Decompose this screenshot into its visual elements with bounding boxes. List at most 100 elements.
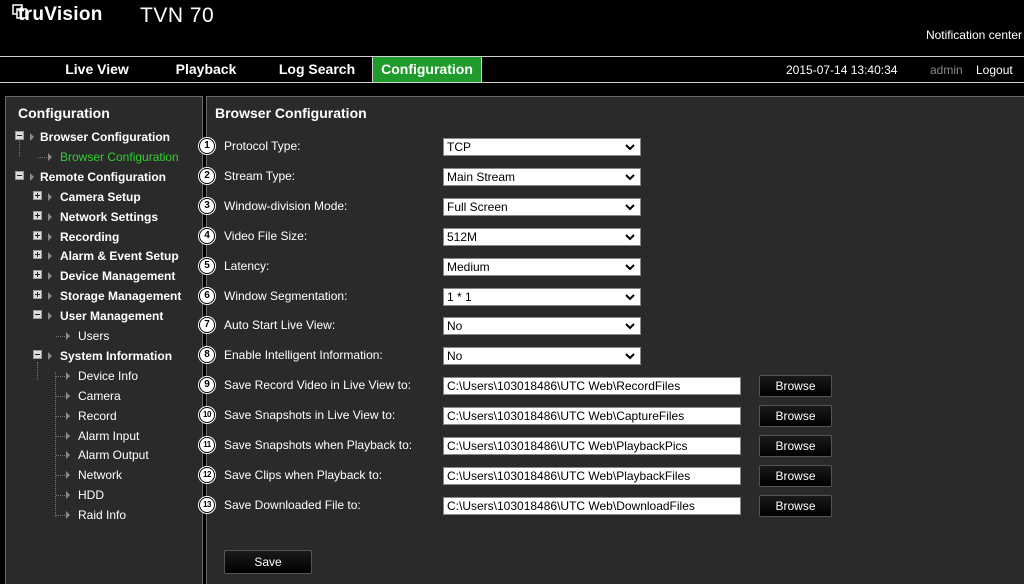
setting-row: 4 Video File Size: 512M xyxy=(199,226,1024,248)
path-row: 11 Save Snapshots when Playback to: C:\Use… xyxy=(199,435,1024,457)
expand-icon[interactable] xyxy=(33,290,42,299)
setting-select[interactable]: 512M xyxy=(443,228,641,246)
browse-button[interactable]: Browse xyxy=(759,435,832,457)
tree-item[interactable]: Browser Configuration xyxy=(6,128,202,146)
tree-item[interactable]: Camera xyxy=(6,387,202,405)
tab-log-search[interactable]: Log Search xyxy=(276,57,358,82)
step-number-badge: 8 xyxy=(199,347,215,363)
browse-button[interactable]: Browse xyxy=(759,405,832,427)
select-value: Medium xyxy=(447,260,490,274)
setting-label: Window-division Mode: xyxy=(224,199,348,213)
tree-arrow-icon xyxy=(66,451,70,459)
collapse-icon[interactable] xyxy=(15,171,24,180)
tree-item-label: Remote Configuration xyxy=(40,170,166,184)
page-title: Browser Configuration xyxy=(215,105,367,121)
current-user: admin xyxy=(930,63,963,77)
tree-item[interactable]: System Information xyxy=(6,347,202,365)
collapse-icon[interactable] xyxy=(33,310,42,319)
select-value: Main Stream xyxy=(447,170,516,184)
tab-playback[interactable]: Playback xyxy=(172,57,240,82)
tree-item-label: User Management xyxy=(60,309,164,323)
notification-center-link[interactable]: Notification center xyxy=(926,28,1022,42)
tree-item[interactable]: Recording xyxy=(6,228,202,246)
expand-icon[interactable] xyxy=(33,250,42,259)
tree-guide-line xyxy=(19,139,20,157)
browse-button[interactable]: Browse xyxy=(759,495,832,517)
tree-arrow-icon xyxy=(66,412,70,420)
tree-arrow-icon xyxy=(48,153,52,161)
setting-select[interactable]: No xyxy=(443,317,641,335)
setting-select[interactable]: 1 * 1 xyxy=(443,288,641,306)
logout-link[interactable]: Logout xyxy=(976,57,1013,82)
path-input[interactable]: C:\Users\103018486\UTC Web\RecordFiles xyxy=(443,377,741,395)
step-number-badge: 3 xyxy=(199,198,215,214)
setting-label: Latency: xyxy=(224,259,270,273)
tree-arrow-icon xyxy=(30,173,34,181)
header: truVision TVN 70 Notification center xyxy=(0,0,1024,56)
path-input[interactable]: C:\Users\103018486\UTC Web\DownloadFiles xyxy=(443,497,741,515)
tree-item[interactable]: HDD xyxy=(6,486,202,504)
browse-button[interactable]: Browse xyxy=(759,375,832,397)
tree-arrow-icon xyxy=(66,392,70,400)
tree-item[interactable]: Browser Configuration xyxy=(6,148,202,166)
setting-row: 6 Window Segmentation: 1 * 1 xyxy=(199,286,1024,308)
tree-arrow-icon xyxy=(48,292,52,300)
setting-select[interactable]: Full Screen xyxy=(443,198,641,216)
tab-configuration[interactable]: Configuration xyxy=(372,57,482,82)
browser-config-panel: Browser Configuration 1 Protocol Type: TCP… xyxy=(199,96,1024,584)
tree-item-label: Device Management xyxy=(60,269,176,283)
browse-button[interactable]: Browse xyxy=(759,465,832,487)
tree-arrow-icon xyxy=(66,491,70,499)
path-label: Save Record Video in Live View to: xyxy=(224,378,412,392)
tree-item[interactable]: Alarm Input xyxy=(6,427,202,445)
setting-select[interactable]: Medium xyxy=(443,258,641,276)
tree-item[interactable]: Record xyxy=(6,407,202,425)
setting-row: 3 Window-division Mode: Full Screen xyxy=(199,196,1024,218)
tree-item[interactable]: Raid Info xyxy=(6,506,202,524)
setting-row: 5 Latency: Medium xyxy=(199,256,1024,278)
step-number-badge: 9 xyxy=(199,377,215,393)
tree-item-label: Alarm Input xyxy=(78,429,140,443)
tree-item[interactable]: Remote Configuration xyxy=(6,168,202,186)
select-value: No xyxy=(447,319,463,333)
expand-icon[interactable] xyxy=(33,231,42,240)
setting-row: 8 Enable Intelligent Information: No xyxy=(199,345,1024,367)
tab-live-view[interactable]: Live View xyxy=(62,57,132,82)
tree-item[interactable]: Device Management xyxy=(6,267,202,285)
expand-icon[interactable] xyxy=(33,191,42,200)
tree-item-label: Alarm Output xyxy=(78,448,149,462)
setting-row: 7 Auto Start Live View: No xyxy=(199,315,1024,337)
tree-item[interactable]: Users xyxy=(6,327,202,345)
tree-item[interactable]: Alarm & Event Setup xyxy=(6,247,202,265)
tree-item[interactable]: User Management xyxy=(6,307,202,325)
step-number-badge: 12 xyxy=(199,467,215,483)
setting-label: Video File Size: xyxy=(224,229,308,243)
step-number-badge: 5 xyxy=(199,258,215,274)
datetime-display: 2015-07-14 13:40:34 xyxy=(786,63,898,77)
tree-item[interactable]: Storage Management xyxy=(6,287,202,305)
path-row: 12 Save Clips when Playback to: C:\Users\1… xyxy=(199,465,1024,487)
tree-item[interactable]: Alarm Output xyxy=(6,446,202,464)
tree-item[interactable]: Network xyxy=(6,466,202,484)
tree-item-label: Alarm & Event Setup xyxy=(60,249,179,263)
setting-select[interactable]: TCP xyxy=(443,138,641,156)
tree-item-label: Record xyxy=(78,409,117,423)
tree-arrow-icon xyxy=(66,332,70,340)
save-button[interactable]: Save xyxy=(224,550,312,574)
path-input[interactable]: C:\Users\103018486\UTC Web\CaptureFiles xyxy=(443,407,741,425)
expand-icon[interactable] xyxy=(33,270,42,279)
expand-icon[interactable] xyxy=(33,211,42,220)
tree-item[interactable]: Camera Setup xyxy=(6,188,202,206)
collapse-icon[interactable] xyxy=(33,350,42,359)
path-input[interactable]: C:\Users\103018486\UTC Web\PlaybackFiles xyxy=(443,467,741,485)
path-input[interactable]: C:\Users\103018486\UTC Web\PlaybackPics xyxy=(443,437,741,455)
setting-label: Enable Intelligent Information: xyxy=(224,348,383,362)
tree-item-label: System Information xyxy=(60,349,173,363)
tree-arrow-icon xyxy=(66,372,70,380)
setting-label: Protocol Type: xyxy=(224,139,301,153)
setting-select[interactable]: Main Stream xyxy=(443,168,641,186)
select-value: Full Screen xyxy=(447,200,508,214)
tree-item[interactable]: Network Settings xyxy=(6,208,202,226)
setting-select[interactable]: No xyxy=(443,347,641,365)
tree-item[interactable]: Device Info xyxy=(6,367,202,385)
